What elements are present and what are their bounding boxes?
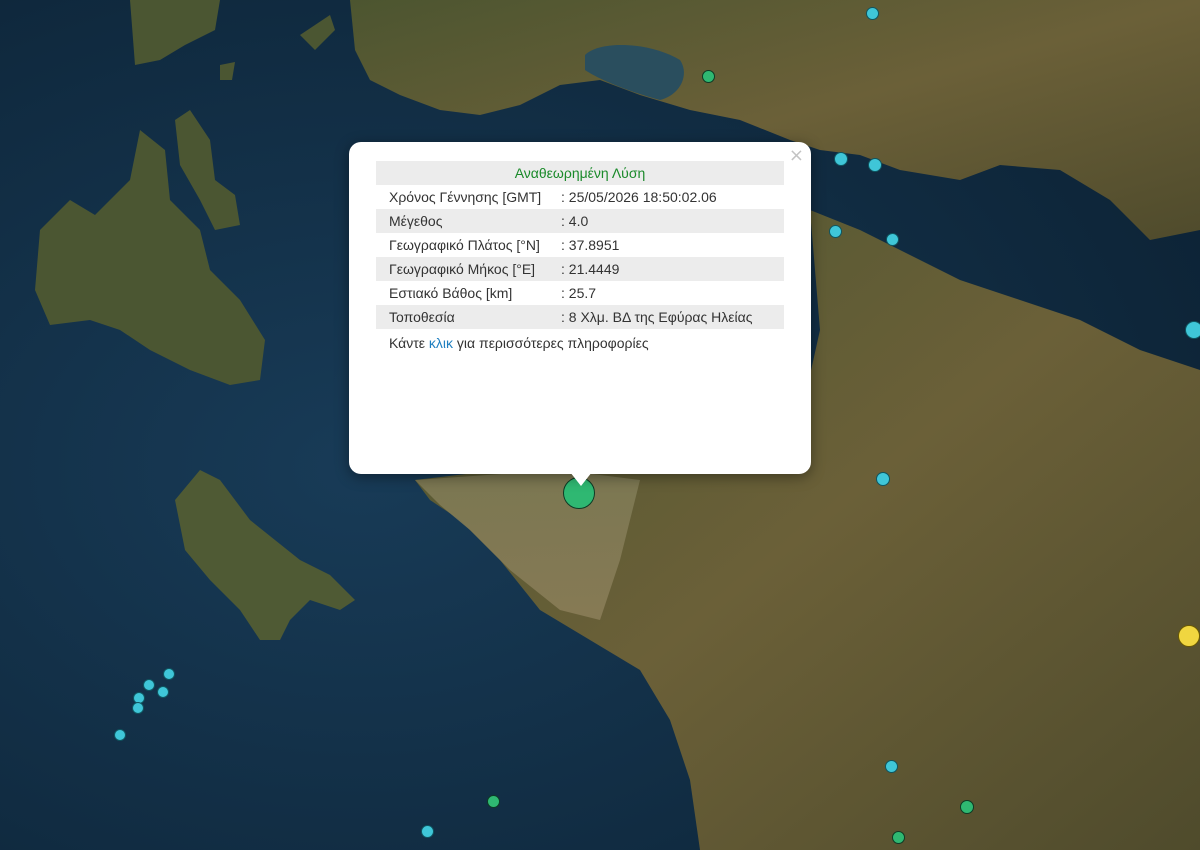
more-info-link[interactable]: κλικ	[429, 335, 453, 351]
latitude-label: Γεωγραφικό Πλάτος [°N]	[389, 237, 540, 253]
earthquake-details-table: Αναθεωρημένη Λύση Χρόνος Γέννησης [GMT] …	[376, 161, 784, 355]
popup-tip	[570, 472, 592, 486]
earthquake-marker[interactable]	[892, 831, 905, 844]
earthquake-marker[interactable]	[132, 702, 144, 714]
more-info-prefix: Κάντε	[389, 335, 429, 351]
earthquake-marker[interactable]	[829, 225, 842, 238]
location-label: Τοποθεσία	[376, 305, 559, 329]
popup-title: Αναθεωρημένη Λύση	[376, 161, 784, 185]
more-info-text: Κάντε κλικ για περισσότερες πληροφορίες	[376, 329, 784, 355]
earthquake-marker[interactable]	[143, 679, 155, 691]
map-view[interactable]: × Αναθεωρημένη Λύση Χρόνος Γέννησης [GMT…	[0, 0, 1200, 850]
location-value: : 8 Χλμ. ΒΔ της Εφύρας Ηλείας	[559, 305, 784, 329]
depth-label: Εστιακό Βάθος [km]	[389, 285, 513, 301]
origin-time-value: : 25/05/2026 18:50:02.06	[561, 189, 717, 205]
latitude-value: : 37.8951	[561, 237, 620, 253]
close-icon[interactable]: ×	[789, 147, 804, 165]
earthquake-marker[interactable]	[1185, 321, 1200, 339]
earthquake-info-popup: × Αναθεωρημένη Λύση Χρόνος Γέννησης [GMT…	[349, 142, 811, 474]
earthquake-marker[interactable]	[886, 233, 899, 246]
origin-time-label: Χρόνος Γέννησης [GMT]	[389, 189, 542, 205]
earthquake-marker[interactable]	[163, 668, 175, 680]
earthquake-marker[interactable]	[885, 760, 898, 773]
more-info-suffix: για περισσότερες πληροφορίες	[453, 335, 649, 351]
earthquake-marker[interactable]	[157, 686, 169, 698]
earthquake-marker[interactable]	[487, 795, 500, 808]
earthquake-marker[interactable]	[834, 152, 848, 166]
earthquake-marker[interactable]	[960, 800, 974, 814]
earthquake-marker[interactable]	[866, 7, 879, 20]
depth-value: : 25.7	[561, 285, 597, 301]
earthquake-marker[interactable]	[876, 472, 890, 486]
earthquake-marker[interactable]	[702, 70, 715, 83]
longitude-label: Γεωγραφικό Μήκος [°E]	[376, 257, 559, 281]
earthquake-marker[interactable]	[421, 825, 434, 838]
earthquake-marker[interactable]	[868, 158, 882, 172]
earthquake-marker[interactable]	[114, 729, 126, 741]
longitude-value: : 21.4449	[559, 257, 784, 281]
magnitude-label: Μέγεθος	[376, 209, 559, 233]
earthquake-marker[interactable]	[1178, 625, 1200, 647]
magnitude-value: : 4.0	[559, 209, 784, 233]
